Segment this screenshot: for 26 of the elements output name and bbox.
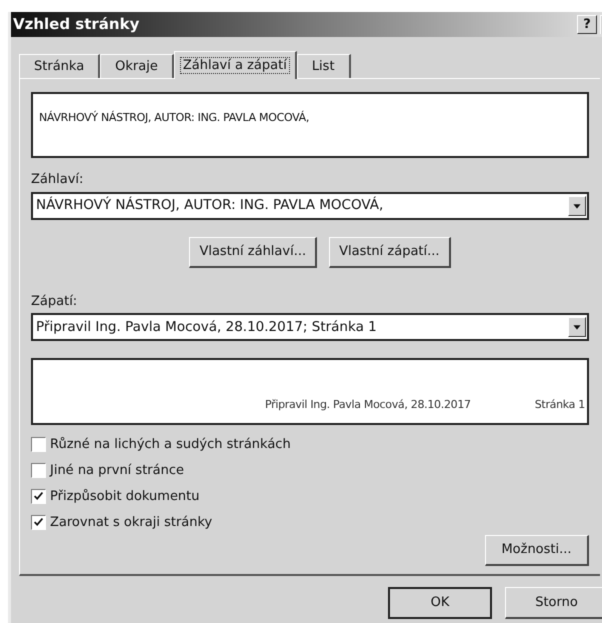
header-dropdown[interactable]: NÁVRHOVÝ NÁSTROJ, AUTOR: ING. PAVLA MOCOVÁ, (31, 192, 589, 220)
checkbox-label: Různé na lichých a sudých stránkách (50, 436, 291, 454)
tab[interactable]: Stránka (19, 54, 100, 78)
field-label: Zápatí: (31, 292, 78, 310)
tab[interactable]: Záhlaví a zápatí (174, 51, 297, 79)
help-button[interactable]: ? (577, 15, 597, 34)
checkbox[interactable] (31, 489, 46, 504)
options-button[interactable]: Možnosti... (485, 535, 589, 566)
dialog-button[interactable]: Storno (505, 587, 602, 619)
checkbox-label: Jiné na první stránce (50, 462, 184, 480)
checkbox-label: Přizpůsobit dokumentu (50, 488, 200, 506)
checkbox[interactable] (31, 463, 46, 478)
custom-button[interactable]: Vlastní záhlaví... (189, 236, 318, 268)
tab[interactable]: List (296, 54, 351, 78)
preview-text: Stránka 1 (534, 396, 585, 412)
field-label: Záhlaví: (31, 171, 84, 189)
checkbox-label: Zarovnat s okraji stránky (50, 514, 212, 532)
window-title: Vzhled stránky (13, 14, 140, 36)
preview-text: Připravil Ing. Pavla Mocová, 28.10.2017 (264, 396, 471, 412)
tab[interactable]: Okraje (100, 54, 174, 78)
preview-text: NÁVRHOVÝ NÁSTROJ, AUTOR: ING. PAVLA MOCOVÁ, (39, 111, 310, 124)
custom-button[interactable]: Vlastní zápatí... (329, 236, 451, 268)
checkbox[interactable] (31, 515, 46, 530)
dialog-button[interactable]: OK (388, 587, 492, 619)
checkbox[interactable] (31, 437, 46, 452)
footer-dropdown[interactable]: Připravil Ing. Pavla Mocová, 28.10.2017; Stránka 1 (31, 313, 589, 341)
